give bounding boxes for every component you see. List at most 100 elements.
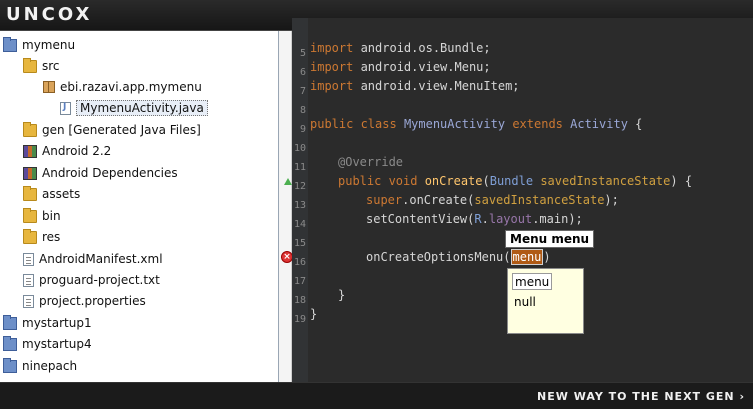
line-number-ruler: 5 6 7 8 9 10 11 12 13 14 15 16 17 18 19 [292, 18, 308, 382]
tree-item-res[interactable]: res [23, 227, 60, 247]
tree-item-mymenuactivity[interactable]: MymenuActivity.java [60, 98, 208, 118]
code-line-6: import android.view.Menu; [310, 60, 491, 74]
tree-item-androidmanifest[interactable]: AndroidManifest.xml [23, 249, 163, 269]
keyword: import [310, 41, 361, 55]
tree-item-mymenu[interactable]: mymenu [3, 35, 75, 55]
code-text: ( [482, 174, 490, 188]
line-number: 13 [293, 200, 306, 211]
library-icon [23, 166, 37, 180]
tree-item-label: res [42, 230, 61, 244]
parameter: savedInstanceState [533, 174, 671, 188]
tree-item-label: bin [42, 209, 61, 223]
file-icon [23, 294, 34, 308]
project-icon [3, 36, 17, 52]
folder-icon [23, 121, 37, 137]
keyword: import [310, 79, 361, 93]
annotation-gutter [279, 31, 292, 382]
tree-item-label: Android 2.2 [42, 144, 112, 158]
folder-icon [23, 185, 37, 201]
tree-item-label: Android Dependencies [42, 166, 178, 180]
tree-item-label: proguard-project.txt [39, 273, 160, 287]
site-logo: UNCOX [6, 4, 93, 25]
folder-icon [23, 57, 37, 73]
library-icon [23, 144, 37, 158]
keyword: public [338, 174, 389, 188]
tree-item-label: ebi.razavi.app.mymenu [60, 80, 202, 94]
tree-item-label: project.properties [39, 294, 146, 308]
code-text: android.os.Bundle; [360, 41, 491, 55]
tree-item-android-dependencies[interactable]: Android Dependencies [23, 163, 178, 183]
folder-icon [23, 207, 37, 223]
project-explorer: mymenu src ebi.razavi.app.mymenu MymenuA… [0, 31, 279, 382]
tree-item-mystartup1[interactable]: mystartup1 [3, 313, 92, 333]
class-name: R [474, 212, 482, 226]
line-number: 6 [299, 67, 306, 78]
annotation: @Override [338, 155, 404, 169]
code-line-11: @Override [338, 155, 403, 169]
java-file-icon [60, 101, 71, 115]
keyword: public [310, 117, 361, 131]
code-text: } [310, 307, 318, 321]
code-line-5: import android.os.Bundle; [310, 41, 491, 55]
tree-item-label: assets [42, 187, 81, 201]
folder-icon [23, 228, 37, 244]
tree-item-label: mystartup1 [22, 316, 92, 330]
code-text: ) [543, 250, 551, 264]
override-marker-icon[interactable] [284, 178, 292, 185]
code-line-13: super.onCreate(savedInstanceState); [366, 193, 619, 207]
line-number: 7 [299, 86, 306, 97]
line-number: 11 [293, 162, 306, 173]
code-line-7: import android.view.MenuItem; [310, 79, 520, 93]
line-number: 14 [293, 219, 306, 230]
code-text: onCreateOptionsMenu( [366, 250, 511, 264]
keyword: extends [505, 117, 571, 131]
tagline-link[interactable]: New way to the next gen › [537, 390, 745, 403]
type-name: Bundle [489, 174, 534, 188]
code-text: .main); [532, 212, 583, 226]
suggestion-item[interactable]: menu [512, 273, 553, 290]
code-text: setContentView( [366, 212, 475, 226]
parameter-hint-tooltip: Menu menu [505, 230, 595, 248]
tree-item-label: src [42, 59, 60, 73]
line-number: 12 [293, 181, 306, 192]
class-name: MymenuActivity [403, 117, 506, 131]
code-text: android.view.MenuItem; [360, 79, 520, 93]
file-icon [23, 273, 34, 287]
line-number: 16 [293, 257, 306, 268]
project-icon [3, 314, 17, 330]
line-number: 18 [293, 295, 306, 306]
project-icon [3, 357, 17, 373]
parameter: savedInstanceState [474, 193, 605, 207]
code-text: .onCreate( [402, 193, 475, 207]
tree-item-bin[interactable]: bin [23, 206, 61, 226]
tree-item-label: mymenu [22, 38, 76, 52]
tree-item-proguard[interactable]: proguard-project.txt [23, 270, 160, 290]
line-number: 15 [293, 238, 306, 249]
tree-item-project-properties[interactable]: project.properties [23, 291, 146, 311]
tree-item-android-2-2[interactable]: Android 2.2 [23, 141, 111, 161]
keyword: super [366, 193, 403, 207]
tree-item-assets[interactable]: assets [23, 184, 80, 204]
code-text: ) { [670, 174, 693, 188]
tree-item-ninepach[interactable]: ninepach [3, 356, 77, 376]
line-number: 19 [293, 314, 306, 325]
autocomplete-popup[interactable]: menu null [507, 268, 584, 334]
tree-item-package[interactable]: ebi.razavi.app.mymenu [43, 77, 202, 97]
tree-item-label: gen [Generated Java Files] [42, 123, 201, 137]
code-line-12: public void onCreate(Bundle savedInstanc… [338, 174, 692, 188]
xml-file-icon [23, 252, 34, 266]
tree-item-src[interactable]: src [23, 56, 60, 76]
code-text: android.view.Menu; [360, 60, 491, 74]
suggestion-item[interactable]: null [512, 294, 538, 311]
line-number: 9 [299, 124, 306, 135]
class-name: Activity [570, 117, 628, 131]
tree-item-label: MymenuActivity.java [76, 100, 208, 116]
tree-item-mystartup4[interactable]: mystartup4 [3, 334, 92, 354]
code-line-18: } [338, 288, 345, 302]
code-line-14: setContentView(R.layout.main); [366, 212, 583, 226]
package-icon [43, 81, 55, 93]
tree-item-gen[interactable]: gen [Generated Java Files] [23, 120, 201, 140]
code-line-19: } [310, 307, 317, 321]
error-highlight[interactable]: menu [510, 249, 544, 265]
bottom-banner: New way to the next gen › [0, 382, 753, 409]
